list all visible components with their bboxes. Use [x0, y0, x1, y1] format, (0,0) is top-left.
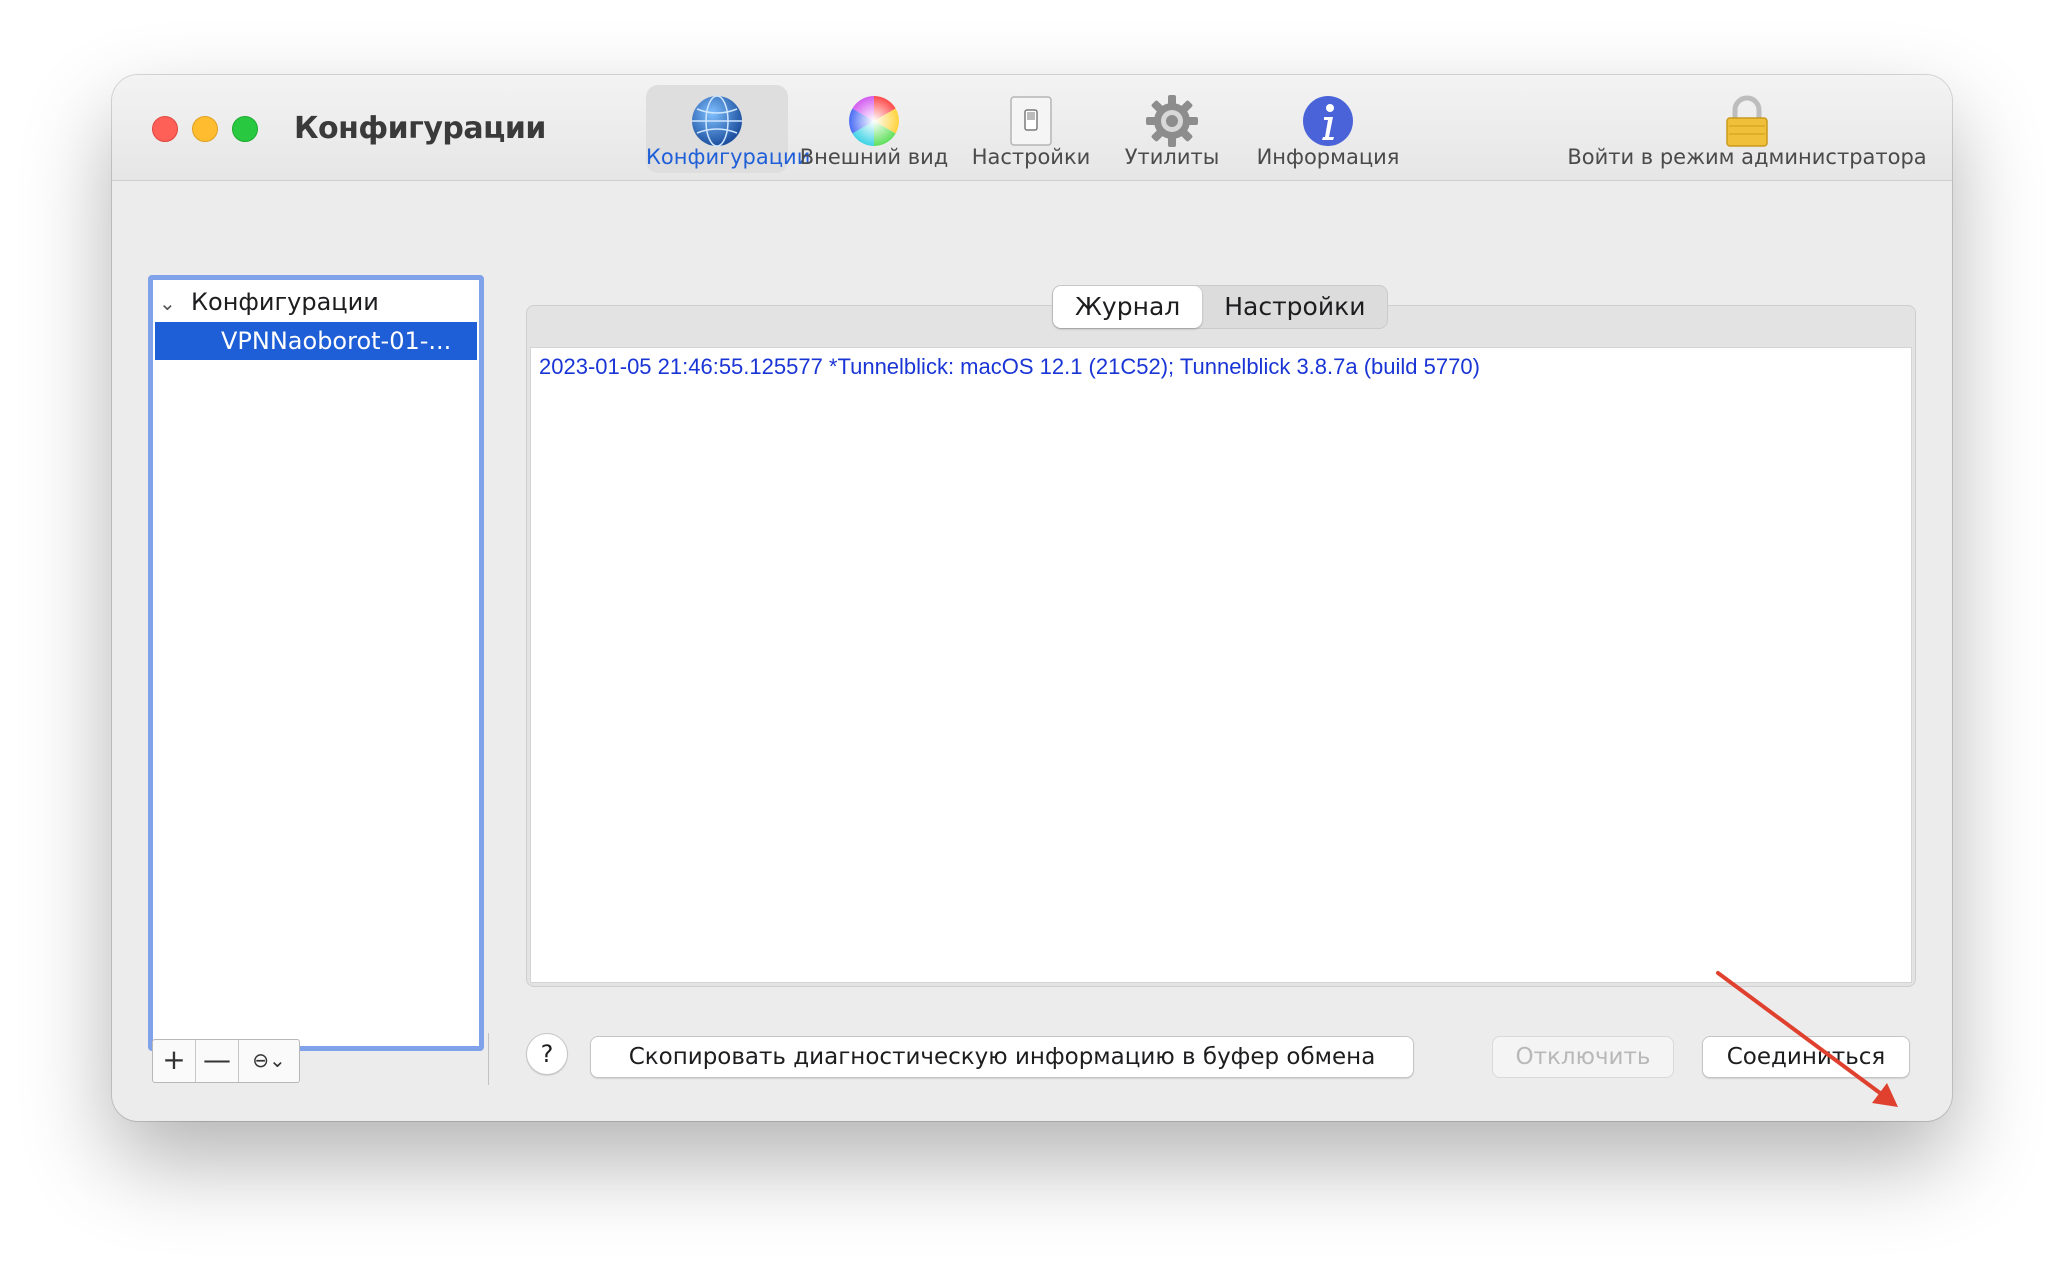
toolbar-label: Утилиты — [1124, 145, 1220, 169]
log-view[interactable]: 2023-01-05 21:46:55.125577 *Tunnelblick:… — [530, 347, 1912, 983]
copy-diagnostics-button[interactable]: Скопировать диагностическую информацию в… — [590, 1036, 1414, 1078]
toolbar-info[interactable]: Информация — [1248, 85, 1408, 173]
toolbar-label: Внешний вид — [799, 145, 949, 169]
info-icon — [1303, 96, 1353, 146]
tab-log[interactable]: Журнал — [1053, 286, 1203, 328]
lock-icon — [1726, 95, 1768, 147]
annotation-arrow — [1716, 971, 1898, 1107]
toolbar-label: Конфигурации — [646, 145, 811, 169]
add-configuration-button[interactable]: + — [153, 1040, 196, 1082]
group-label: Конфигурации — [191, 288, 379, 316]
admin-mode-button[interactable]: Войти в режим администратора — [1562, 85, 1932, 173]
minimize-window-button[interactable] — [192, 116, 218, 142]
disconnect-button[interactable]: Отключить — [1492, 1036, 1674, 1078]
color-wheel-icon — [849, 96, 899, 146]
switch-icon — [1010, 96, 1052, 146]
divider — [488, 1033, 489, 1085]
admin-mode-label: Войти в режим администратора — [1567, 145, 1927, 169]
title-bar: Конфигурации Конфигурации Внешний вид На… — [112, 75, 1952, 181]
chevron-down-icon[interactable]: ⌄ — [159, 291, 181, 315]
tab-settings[interactable]: Настройки — [1202, 286, 1387, 328]
close-window-button[interactable] — [152, 116, 178, 142]
toolbar-label: Информация — [1256, 145, 1400, 169]
log-line: 2023-01-05 21:46:55.125577 *Tunnelblick:… — [539, 354, 1480, 379]
toolbar-preferences[interactable]: Настройки — [966, 85, 1096, 173]
list-controls: + — ⊖⌄ — [152, 1039, 300, 1083]
tab-switcher: Журнал Настройки — [1052, 285, 1389, 329]
tunnelblick-window: Конфигурации Конфигурации Внешний вид На… — [112, 75, 1952, 1121]
configuration-item-selected[interactable]: VPNNaoborot-01-... — [155, 322, 477, 360]
toolbar-label: Настройки — [971, 145, 1091, 169]
window-title: Конфигурации — [294, 111, 546, 146]
globe-icon — [692, 95, 742, 147]
gear-icon — [1146, 95, 1198, 147]
toolbar-utilities[interactable]: Утилиты — [1104, 85, 1240, 173]
help-button[interactable]: ? — [526, 1033, 568, 1075]
zoom-window-button[interactable] — [232, 116, 258, 142]
configurations-group[interactable]: ⌄ Конфигурации — [159, 288, 379, 316]
configurations-list[interactable]: ⌄ Конфигурации VPNNaoborot-01-... — [148, 275, 484, 1051]
more-actions-button[interactable]: ⊖⌄ — [239, 1040, 299, 1082]
toolbar-appearance[interactable]: Внешний вид — [792, 85, 956, 173]
toolbar-configurations[interactable]: Конфигурации — [646, 85, 811, 173]
remove-configuration-button[interactable]: — — [196, 1040, 239, 1082]
